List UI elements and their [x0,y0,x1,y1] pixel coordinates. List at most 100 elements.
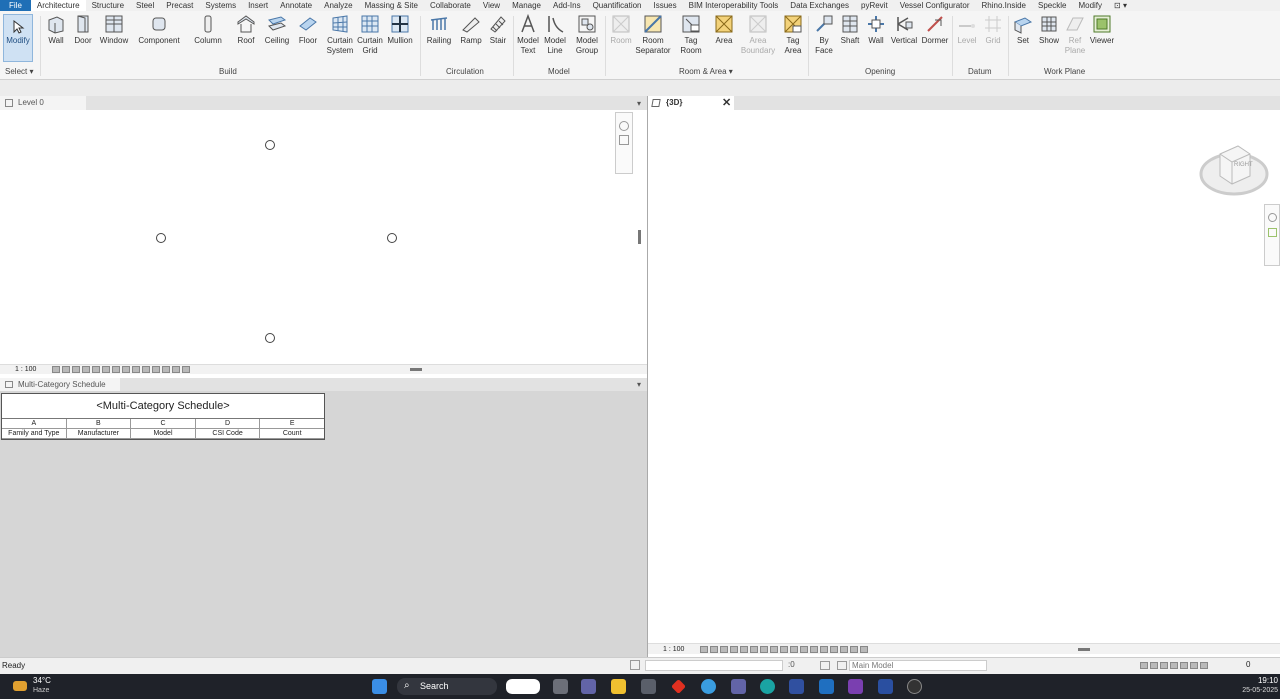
menu-item-data-exchanges[interactable]: Data Exchanges [784,0,855,11]
clock-time[interactable]: 19:10 [1244,676,1278,685]
viewer-button[interactable]: Viewer [1088,14,1116,46]
col-header[interactable]: Model [131,429,196,439]
col-letter[interactable]: D [195,419,261,429]
railing-button[interactable]: Railing [425,14,453,46]
select-dropdown[interactable]: Select ▾ [5,67,33,76]
design-options-icon[interactable] [820,661,830,670]
tab-3d[interactable]: {3D} ✕ [648,96,734,110]
store-icon[interactable] [641,679,656,694]
app-icon[interactable] [907,679,922,694]
viewcube[interactable]: RIGHT [1198,140,1270,198]
3d-scale[interactable]: 1 : 100 [663,644,684,655]
taskbar-search[interactable]: ⌕ Search [397,678,497,695]
view-divider[interactable] [647,96,648,657]
grid-button[interactable]: Grid [981,14,1005,46]
show-button[interactable]: Show [1037,14,1061,46]
window-button[interactable]: Window [98,14,130,46]
menu-item-insert[interactable]: Insert [242,0,274,11]
plan-menu-icon[interactable]: ▾ [637,99,641,108]
3d-navigation-bar[interactable] [1264,204,1280,266]
area-button[interactable]: Area [711,14,737,46]
elevation-marker-east[interactable] [387,233,397,243]
menu-item-issues[interactable]: Issues [648,0,683,11]
col-letter[interactable]: A [2,419,67,429]
modify-button[interactable]: Modify [3,14,33,62]
room-separator-button[interactable]: Room Separator [634,14,672,56]
menu-item-rhino-inside[interactable]: Rhino.Inside [976,0,1032,11]
stair-button[interactable]: Stair [486,14,510,46]
worksets-icon[interactable] [630,660,640,670]
teams-icon[interactable] [581,679,596,694]
col-letter[interactable]: C [131,419,196,429]
tab-level-0[interactable]: Level 0 [0,96,86,110]
anydesk-icon[interactable] [671,679,686,694]
curtain-system-button[interactable]: Curtain System [325,14,355,56]
room-area-panel-label[interactable]: Room & Area ▾ [679,67,733,76]
col-letter[interactable]: E [260,419,324,429]
col-header[interactable]: CSI Code [195,429,261,439]
plan-view-controls[interactable] [52,366,190,373]
menu-item-bim-interoperability-tools[interactable]: BIM Interoperability Tools [683,0,785,11]
outlook-icon[interactable] [819,679,834,694]
clock-date[interactable]: 25-05-2025 [1226,687,1278,694]
plan-vertical-scroll[interactable] [634,110,647,364]
visual-studio-icon[interactable] [848,679,863,694]
set-button[interactable]: Set [1012,14,1034,46]
col-letter[interactable]: B [66,419,132,429]
tag-area-button[interactable]: Tag Area [780,14,806,56]
dormer-button[interactable]: Dormer [920,14,950,46]
menu-item-structure[interactable]: Structure [86,0,130,11]
steering-wheel-icon[interactable] [619,121,629,131]
schedule-menu-icon[interactable]: ▾ [637,380,641,389]
3d-canvas[interactable]: RIGHT [648,110,1280,643]
navigation-bar[interactable] [615,112,633,174]
schedule-table[interactable]: <Multi-Category Schedule> A B C D E Fami… [1,393,325,440]
zoom-icon[interactable] [1267,228,1277,237]
menu-item-quantification[interactable]: Quantification [587,0,648,11]
model-line-button[interactable]: Model Line [542,14,568,56]
floor-button[interactable]: Floor [296,14,320,46]
curtain-grid-button[interactable]: Curtain Grid [355,14,385,56]
ref-plane-button[interactable]: Ref Plane [1064,14,1086,56]
level-button[interactable]: Level [955,14,979,46]
zoom-icon[interactable] [619,135,629,145]
menu-item-modify[interactable]: Modify [1072,0,1108,11]
model-text-button[interactable]: Model Text [515,14,541,56]
area-boundary-button[interactable]: Area Boundary [740,14,776,56]
shaft-button[interactable]: Shaft [838,14,862,46]
menu-item-add-ins[interactable]: Add-Ins [547,0,587,11]
close-icon[interactable]: ✕ [722,96,731,110]
elevation-marker-north[interactable] [265,140,275,150]
menu-item-collaborate[interactable]: Collaborate [424,0,477,11]
edge-icon[interactable] [760,679,775,694]
scroll-thumb[interactable] [638,230,641,244]
col-header[interactable]: Manufacturer [66,429,132,439]
design-option-dropdown[interactable]: Main Model [849,660,987,671]
door-button[interactable]: Door [72,14,94,46]
editing-requests-icon[interactable] [837,661,847,670]
menu-item-speckle[interactable]: Speckle [1032,0,1072,11]
menu-item-systems[interactable]: Systems [199,0,242,11]
task-view-icon[interactable] [553,679,568,694]
wall-opening-button[interactable]: Wall [864,14,888,46]
menu-item-pyrevit[interactable]: pyRevit [855,0,894,11]
vertical-button[interactable]: Vertical [890,14,918,46]
menu-item-analyze[interactable]: Analyze [318,0,358,11]
menu-item-manage[interactable]: Manage [506,0,547,11]
menu-item-view[interactable]: View [477,0,506,11]
weather-icon[interactable] [13,681,27,691]
column-button[interactable]: Column [192,14,224,46]
steering-wheel-icon[interactable] [1267,213,1277,222]
menu-item-architecture[interactable]: Architecture [30,0,86,11]
col-header[interactable]: Family and Type [2,429,67,439]
3d-view-controls[interactable] [700,646,868,653]
mullion-button[interactable]: Mullion [385,14,415,46]
quick-access-icon[interactable]: ⊡ ▾ [1108,0,1133,11]
roof-button[interactable]: Roof [234,14,258,46]
elevation-marker-west[interactable] [156,233,166,243]
menu-item-precast[interactable]: Precast [160,0,199,11]
browser-icon[interactable] [701,679,716,694]
teams-work-icon[interactable] [731,679,746,694]
tag-room-button[interactable]: Tag Room [678,14,704,56]
tab-multi-category-schedule[interactable]: Multi-Category Schedule [0,378,120,391]
